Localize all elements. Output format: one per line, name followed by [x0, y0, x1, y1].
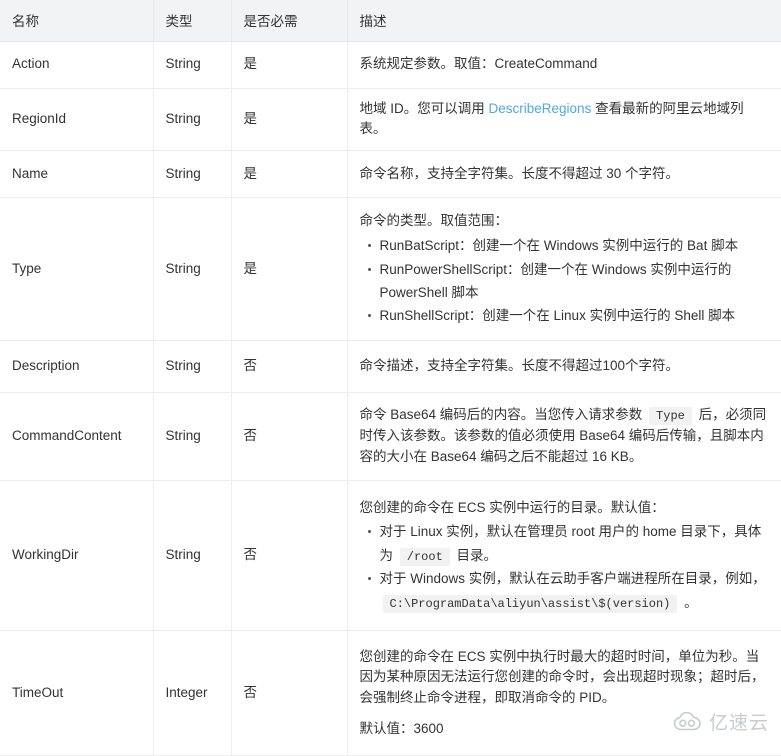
inline-code-type: Type [649, 407, 692, 425]
param-description: 您创建的命令在 ECS 实例中运行的目录。默认值： 对于 Linux 实例，默认… [347, 481, 781, 631]
value-range-list: RunBatScript：创建一个在 Windows 实例中运行的 Bat 脚本… [360, 234, 770, 327]
param-type: Integer [153, 631, 231, 756]
description-text: 系统规定参数。取值：CreateCommand [360, 54, 770, 75]
table-row: RegionId String 是 地域 ID。您可以调用 DescribeRe… [0, 88, 781, 151]
column-header-type: 类型 [153, 0, 231, 41]
description-text: 命令的类型。取值范围： [360, 211, 770, 232]
description-text: 地域 ID。您可以调用 DescribeRegions 查看最新的阿里云地域列表… [360, 99, 770, 141]
table-body: Action String 是 系统规定参数。取值：CreateCommand … [0, 41, 781, 756]
param-type: String [153, 41, 231, 88]
param-description: 命令 Base64 编码后的内容。当您传入请求参数 Type 后，必须同时传入该… [347, 393, 781, 481]
param-required: 否 [231, 393, 347, 481]
description-text: 您创建的命令在 ECS 实例中执行时最大的超时时间，单位为秒。当因为某种原因无法… [360, 647, 770, 710]
param-name: Name [0, 151, 153, 198]
param-description: 您创建的命令在 ECS 实例中执行时最大的超时时间，单位为秒。当因为某种原因无法… [347, 631, 781, 756]
description-text: 命令 Base64 编码后的内容。当您传入请求参数 Type 后，必须同时传入该… [360, 405, 770, 468]
list-item-pre: 对于 Windows 实例，默认在云助手客户端进程所在目录，例如， [380, 571, 766, 586]
param-required: 是 [231, 88, 347, 151]
param-required: 是 [231, 198, 347, 341]
list-item: RunBatScript：创建一个在 Windows 实例中运行的 Bat 脚本 [380, 234, 770, 257]
table-row: Description String 否 命令描述，支持全字符集。长度不得超过1… [0, 341, 781, 393]
default-value-list: 对于 Linux 实例，默认在管理员 root 用户的 home 目录下，具体为… [360, 520, 770, 614]
table-row: Name String 是 命令名称，支持全字符集。长度不得超过 30 个字符。 [0, 151, 781, 198]
column-header-name: 名称 [0, 0, 153, 41]
param-name: Description [0, 341, 153, 393]
inline-code-root-path: /root [400, 548, 450, 566]
param-type: String [153, 88, 231, 151]
description-text: 命令描述，支持全字符集。长度不得超过100个字符。 [360, 356, 770, 377]
table-row: WorkingDir String 否 您创建的命令在 ECS 实例中运行的目录… [0, 481, 781, 631]
description-text-pre: 命令 Base64 编码后的内容。当您传入请求参数 [360, 407, 647, 422]
param-description: 系统规定参数。取值：CreateCommand [347, 41, 781, 88]
param-required: 否 [231, 341, 347, 393]
table-row: Action String 是 系统规定参数。取值：CreateCommand [0, 41, 781, 88]
column-header-description: 描述 [347, 0, 781, 41]
description-text-pre: 地域 ID。您可以调用 [360, 101, 489, 116]
param-name: Action [0, 41, 153, 88]
param-type: String [153, 151, 231, 198]
param-type: String [153, 198, 231, 341]
list-item: 对于 Linux 实例，默认在管理员 root 用户的 home 目录下，具体为… [380, 520, 770, 567]
param-description: 命令描述，支持全字符集。长度不得超过100个字符。 [347, 341, 781, 393]
param-name: Type [0, 198, 153, 341]
param-required: 否 [231, 481, 347, 631]
column-header-required: 是否必需 [231, 0, 347, 41]
table-row: CommandContent String 否 命令 Base64 编码后的内容… [0, 393, 781, 481]
inline-code-windows-path: C:\ProgramData\aliyun\assist\$(version) [383, 595, 678, 613]
api-parameters-table: 名称 类型 是否必需 描述 Action String 是 系统规定参数。取值：… [0, 0, 781, 756]
table-header-row: 名称 类型 是否必需 描述 [0, 0, 781, 41]
description-text: 您创建的命令在 ECS 实例中运行的目录。默认值： [360, 498, 770, 519]
list-item: 对于 Windows 实例，默认在云助手客户端进程所在目录，例如， C:\Pro… [380, 567, 770, 614]
list-item: RunShellScript：创建一个在 Linux 实例中运行的 Shell … [380, 304, 770, 327]
param-description: 命令名称，支持全字符集。长度不得超过 30 个字符。 [347, 151, 781, 198]
table-row: TimeOut Integer 否 您创建的命令在 ECS 实例中执行时最大的超… [0, 631, 781, 756]
param-description: 地域 ID。您可以调用 DescribeRegions 查看最新的阿里云地域列表… [347, 88, 781, 151]
param-type: String [153, 341, 231, 393]
param-name: WorkingDir [0, 481, 153, 631]
description-text: 命令名称，支持全字符集。长度不得超过 30 个字符。 [360, 164, 770, 185]
param-required: 是 [231, 41, 347, 88]
param-name: RegionId [0, 88, 153, 151]
param-name: TimeOut [0, 631, 153, 756]
param-name: CommandContent [0, 393, 153, 481]
list-item: RunPowerShellScript：创建一个在 Windows 实例中运行的… [380, 258, 770, 304]
list-item-post: 目录。 [453, 548, 497, 563]
param-type: String [153, 481, 231, 631]
default-value-text: 默认值：3600 [360, 719, 770, 740]
param-required: 是 [231, 151, 347, 198]
describe-regions-link[interactable]: DescribeRegions [489, 101, 592, 116]
list-item-post: 。 [680, 595, 697, 610]
param-type: String [153, 393, 231, 481]
table-row: Type String 是 命令的类型。取值范围： RunBatScript：创… [0, 198, 781, 341]
param-required: 否 [231, 631, 347, 756]
param-description: 命令的类型。取值范围： RunBatScript：创建一个在 Windows 实… [347, 198, 781, 341]
